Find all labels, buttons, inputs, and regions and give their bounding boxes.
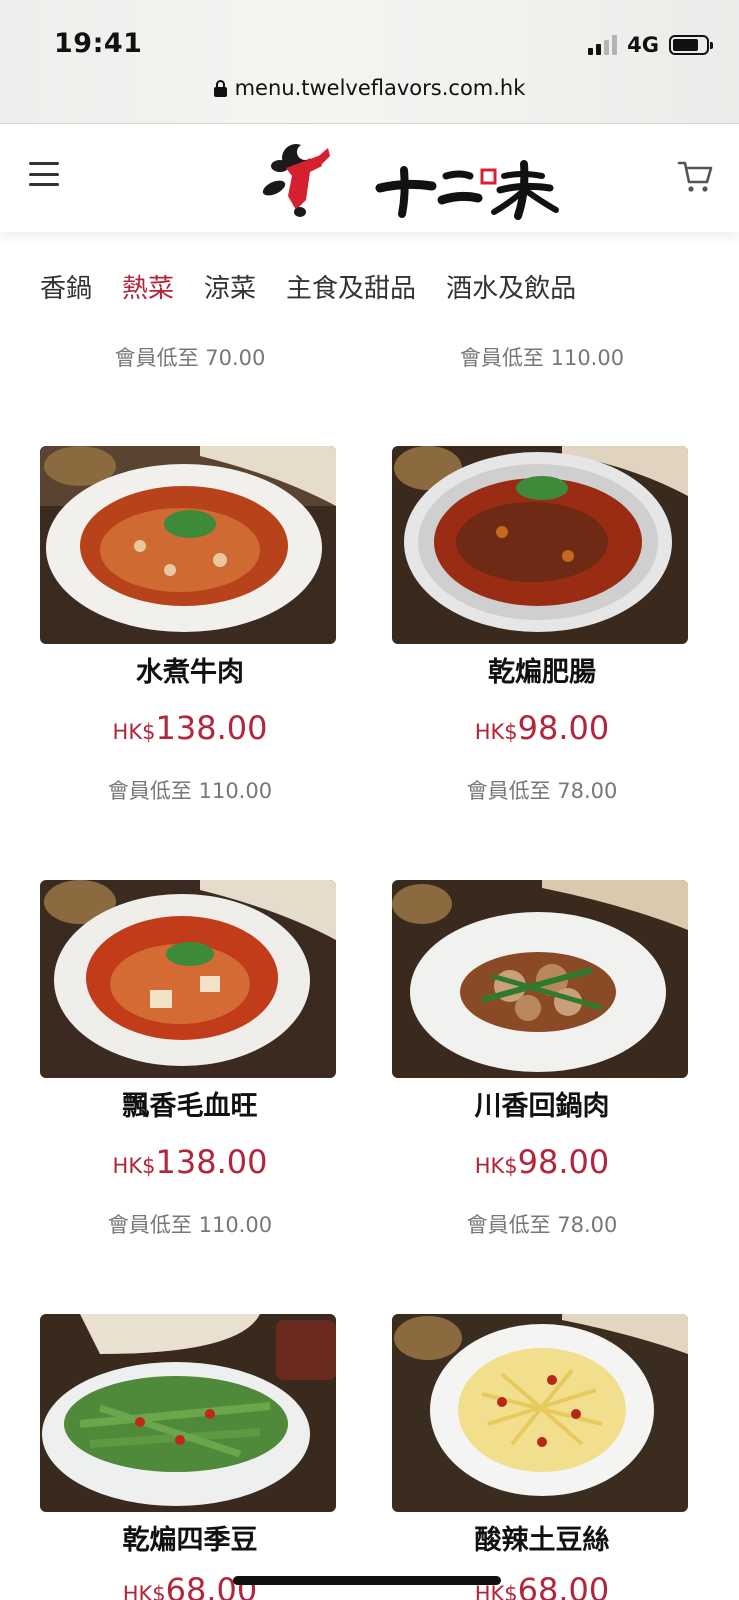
tab-staples-desserts[interactable]: 主食及甜品 xyxy=(286,268,416,305)
tab-drinks[interactable]: 酒水及飲品 xyxy=(446,268,576,305)
site-header xyxy=(0,124,739,232)
menu-item-card[interactable]: 川香回鍋肉 HK$98.00 會員低至 78.00 xyxy=(392,880,692,1239)
tab-cold-dishes[interactable]: 涼菜 xyxy=(204,268,256,305)
hamburger-menu-icon[interactable] xyxy=(29,162,59,186)
restaurant-logo[interactable] xyxy=(256,136,576,220)
menu-item-card[interactable]: 乾煸四季豆 HK$68.00 xyxy=(40,1314,340,1600)
dish-name: 飄香毛血旺 xyxy=(122,1091,258,1122)
dish-photo[interactable] xyxy=(392,880,688,1078)
price-amount: 68.00 xyxy=(517,1571,610,1600)
member-price: 會員低至 70.00 xyxy=(114,346,266,370)
price-amount: 98.00 xyxy=(517,709,610,747)
member-price: 會員低至 110.00 xyxy=(459,346,625,370)
dish-photo[interactable] xyxy=(40,446,336,644)
member-price: 會員低至 78.00 xyxy=(466,1213,618,1237)
member-price: 會員低至 78.00 xyxy=(466,779,618,803)
lock-icon xyxy=(213,79,227,97)
dish-name: 乾煸四季豆 xyxy=(122,1525,258,1556)
signal-icon xyxy=(588,35,618,55)
dish-price: HK$138.00 xyxy=(40,1143,340,1181)
battery-icon xyxy=(669,35,713,55)
dish-photo[interactable] xyxy=(40,880,336,1078)
home-indicator[interactable] xyxy=(233,1576,501,1585)
dish-name: 水煮牛肉 xyxy=(136,657,244,688)
dish-photo[interactable] xyxy=(392,1314,688,1512)
dish-name: 川香回鍋肉 xyxy=(474,1091,610,1122)
menu-item-card[interactable]: 水煮牛肉 HK$138.00 會員低至 110.00 xyxy=(40,446,340,805)
status-time: 19:41 xyxy=(54,28,143,59)
menu-item-card[interactable]: 乾煸肥腸 HK$98.00 會員低至 78.00 xyxy=(392,446,692,805)
dish-name: 乾煸肥腸 xyxy=(488,657,596,688)
cart-icon[interactable] xyxy=(677,158,713,194)
menu-item-card[interactable]: 酸辣土豆絲 HK$68.00 xyxy=(392,1314,692,1600)
currency: HK$ xyxy=(122,1582,166,1600)
currency: HK$ xyxy=(112,1154,156,1178)
address-bar[interactable]: menu.twelveflavors.com.hk xyxy=(0,76,739,100)
dish-price: HK$98.00 xyxy=(392,709,692,747)
price-amount: 138.00 xyxy=(155,1143,268,1181)
price-amount: 98.00 xyxy=(517,1143,610,1181)
dish-photo[interactable] xyxy=(40,1314,336,1512)
status-indicators: 4G xyxy=(588,32,713,58)
menu-item-card[interactable]: 飄香毛血旺 HK$138.00 會員低至 110.00 xyxy=(40,880,340,1239)
tab-hot-dishes[interactable]: 熱菜 xyxy=(122,268,174,305)
price-amount: 138.00 xyxy=(155,709,268,747)
dish-name: 酸辣土豆絲 xyxy=(474,1525,610,1556)
currency: HK$ xyxy=(112,720,156,744)
url-text: menu.twelveflavors.com.hk xyxy=(234,76,526,100)
category-tabs: 香鍋 熱菜 涼菜 主食及甜品 酒水及飲品 xyxy=(40,268,576,305)
network-type: 4G xyxy=(627,33,659,57)
currency: HK$ xyxy=(474,720,518,744)
dish-price: HK$138.00 xyxy=(40,709,340,747)
member-price: 會員低至 110.00 xyxy=(107,779,273,803)
panda-logo-icon xyxy=(262,144,559,220)
tab-hotpot[interactable]: 香鍋 xyxy=(40,268,92,305)
browser-chrome: 19:41 4G menu.twelveflavors.com.hk xyxy=(0,0,739,124)
dish-price: HK$98.00 xyxy=(392,1143,692,1181)
dish-photo[interactable] xyxy=(392,446,688,644)
member-price: 會員低至 110.00 xyxy=(107,1213,273,1237)
currency: HK$ xyxy=(474,1154,518,1178)
